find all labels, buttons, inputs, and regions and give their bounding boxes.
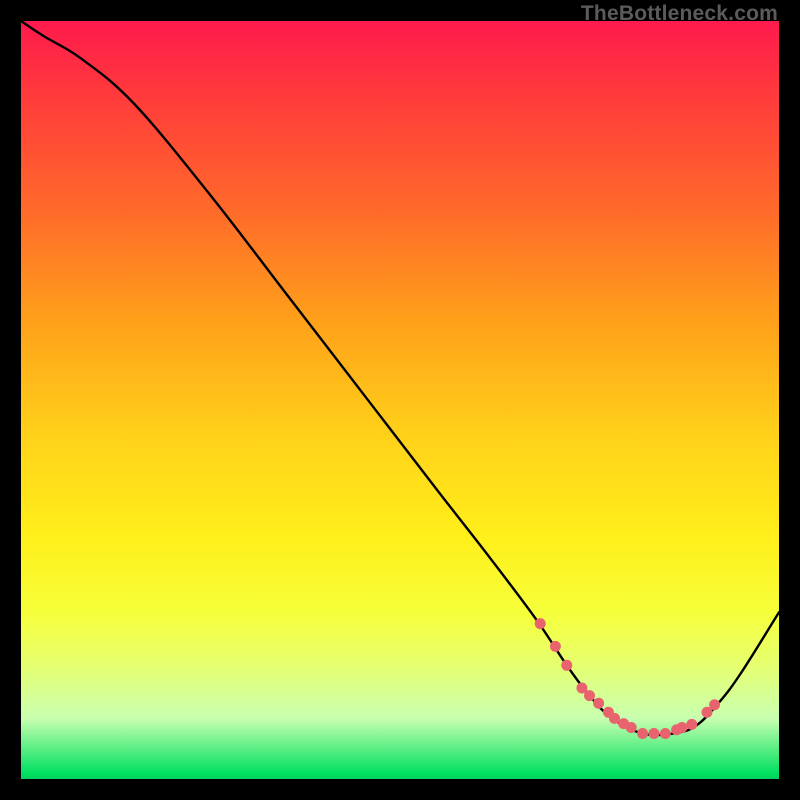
highlight-dot — [637, 728, 648, 739]
highlight-dot — [686, 719, 697, 730]
highlight-dot — [660, 728, 671, 739]
highlight-dot — [550, 641, 561, 652]
highlight-dot — [584, 690, 595, 701]
chart-frame: TheBottleneck.com — [0, 0, 800, 800]
highlight-dot — [535, 618, 546, 629]
highlight-dot — [676, 722, 687, 733]
highlight-dot — [561, 660, 572, 671]
watermark-text: TheBottleneck.com — [581, 2, 778, 26]
highlight-dot — [593, 698, 604, 709]
highlight-dot — [648, 728, 659, 739]
highlight-dot — [626, 722, 637, 733]
chart-svg — [21, 21, 779, 779]
bottleneck-curve — [21, 21, 779, 735]
chart-plot-area — [21, 21, 779, 779]
highlight-dot — [709, 699, 720, 710]
